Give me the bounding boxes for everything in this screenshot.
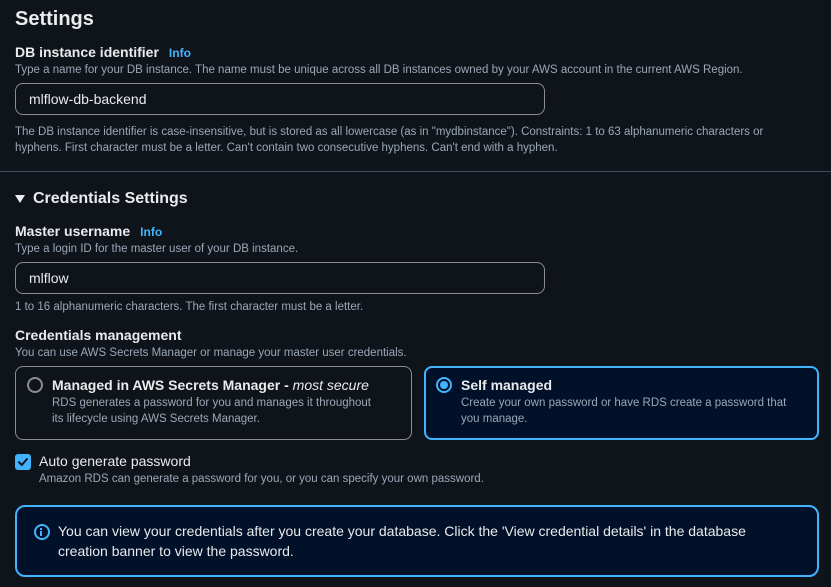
auto-generate-password-checkbox[interactable] (15, 454, 31, 470)
credentials-settings-title: Credentials Settings (33, 190, 188, 207)
info-circle-icon (34, 524, 50, 540)
option-self-managed-description: Create your own password or have RDS cre… (461, 397, 787, 425)
master-username-constraint: 1 to 16 alphanumeric characters. The fir… (15, 301, 364, 313)
db-identifier-input[interactable] (15, 83, 545, 115)
section-divider (0, 171, 831, 172)
option-managed-emphasis: most secure (292, 377, 369, 393)
db-identifier-constraint: The DB instance identifier is case-insen… (15, 126, 764, 154)
master-username-field: Master username Info Type a login ID for… (15, 223, 545, 315)
option-managed-separator: - (280, 377, 293, 393)
section-title-settings: Settings (15, 8, 94, 30)
radio-self-managed[interactable] (436, 377, 452, 393)
db-identifier-description: Type a name for your DB instance. The na… (15, 64, 743, 76)
db-identifier-field: DB instance identifier Info Type a name … (15, 44, 820, 156)
option-managed-description: RDS generates a password for you and man… (52, 397, 371, 425)
option-self-managed[interactable]: Self managed Create your own password or… (424, 366, 819, 440)
credentials-management-label: Credentials management (15, 327, 182, 343)
option-self-managed-title: Self managed (461, 377, 553, 393)
credentials-settings-expander[interactable]: Credentials Settings (15, 190, 188, 208)
auto-generate-password-description: Amazon RDS can generate a password for y… (39, 473, 484, 485)
master-username-info-link[interactable]: Info (140, 225, 162, 239)
db-identifier-info-link[interactable]: Info (169, 46, 191, 60)
master-username-input[interactable] (15, 262, 545, 294)
credentials-management-description: You can use AWS Secrets Manager or manag… (15, 347, 407, 359)
auto-generate-password-label[interactable]: Auto generate password (39, 453, 484, 469)
option-managed-secrets-manager[interactable]: Managed in AWS Secrets Manager - most se… (15, 366, 412, 440)
checkmark-icon (18, 458, 28, 466)
auto-generate-password-field: Auto generate password Amazon RDS can ge… (39, 453, 484, 487)
settings-page: Settings DB instance identifier Info Typ… (0, 0, 831, 587)
alert-message: You can view your credentials after you … (58, 523, 746, 559)
caret-down-icon (15, 195, 25, 203)
option-managed-title: Managed in AWS Secrets Manager (52, 377, 281, 393)
radio-managed-secrets-manager[interactable] (27, 377, 43, 393)
master-username-description: Type a login ID for the master user of y… (15, 243, 299, 255)
credentials-info-alert: You can view your credentials after you … (15, 505, 819, 577)
master-username-label: Master username (15, 223, 131, 239)
db-identifier-label: DB instance identifier (15, 44, 159, 60)
credentials-management-field: Credentials management You can use AWS S… (15, 327, 407, 361)
